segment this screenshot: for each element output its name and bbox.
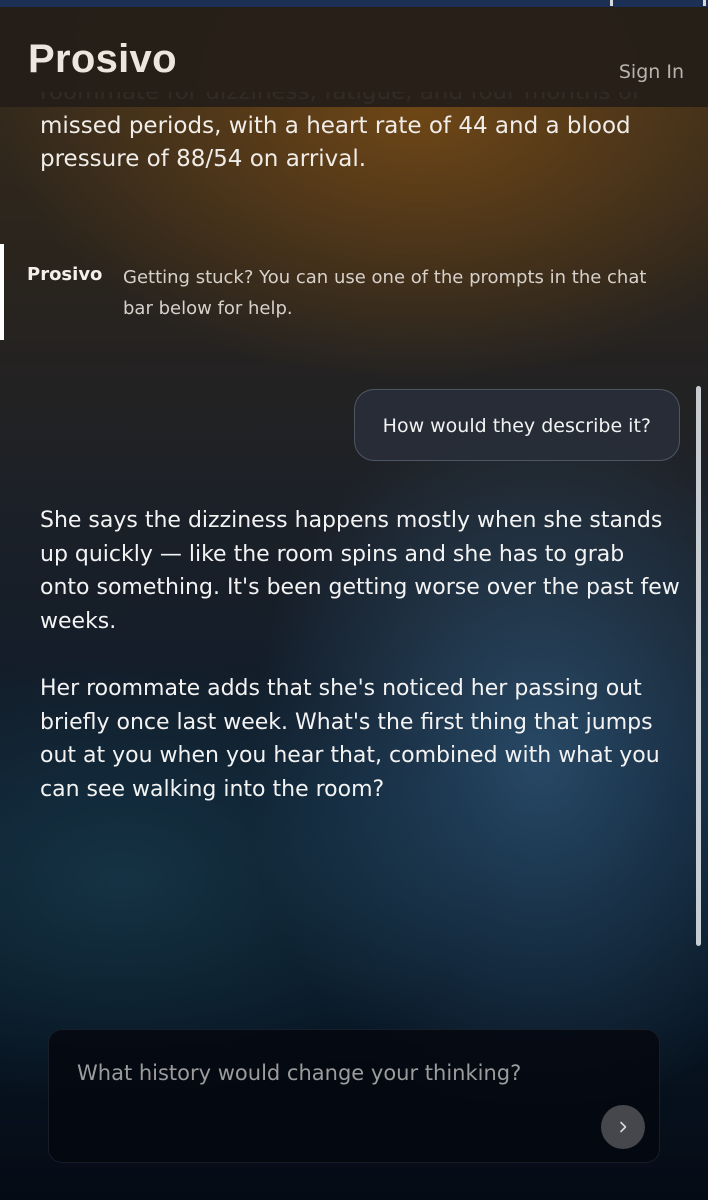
tip-accent-bar [0,244,4,340]
tip-text: Getting stuck? You can use one of the pr… [123,267,647,319]
chat-scroll-area[interactable]: roommate for dizziness, fatigue, and fou… [0,0,708,1010]
sign-in-link[interactable]: Sign In [619,61,684,83]
tip-sender-label: Prosivo [27,264,103,285]
prosivo-tip: Prosivo Getting stuck? You can use one o… [0,244,700,340]
app-header: Prosivo Sign In [0,7,708,107]
send-button[interactable] [601,1105,645,1149]
assistant-message: She says the dizziness happens mostly wh… [40,504,680,840]
brand-logo[interactable]: Prosivo [28,37,177,82]
chat-composer [48,1029,660,1163]
user-message-bubble: How would they describe it? [353,389,680,461]
case-description-text: missed periods, with a heart rate of 44 … [40,113,631,172]
chevron-right-icon [620,1121,627,1133]
assistant-paragraph: She says the dizziness happens mostly wh… [40,508,680,634]
scrollbar-thumb[interactable] [696,386,701,946]
assistant-paragraph: Her roommate adds that she's noticed her… [40,676,660,802]
chat-input[interactable] [75,1054,639,1092]
